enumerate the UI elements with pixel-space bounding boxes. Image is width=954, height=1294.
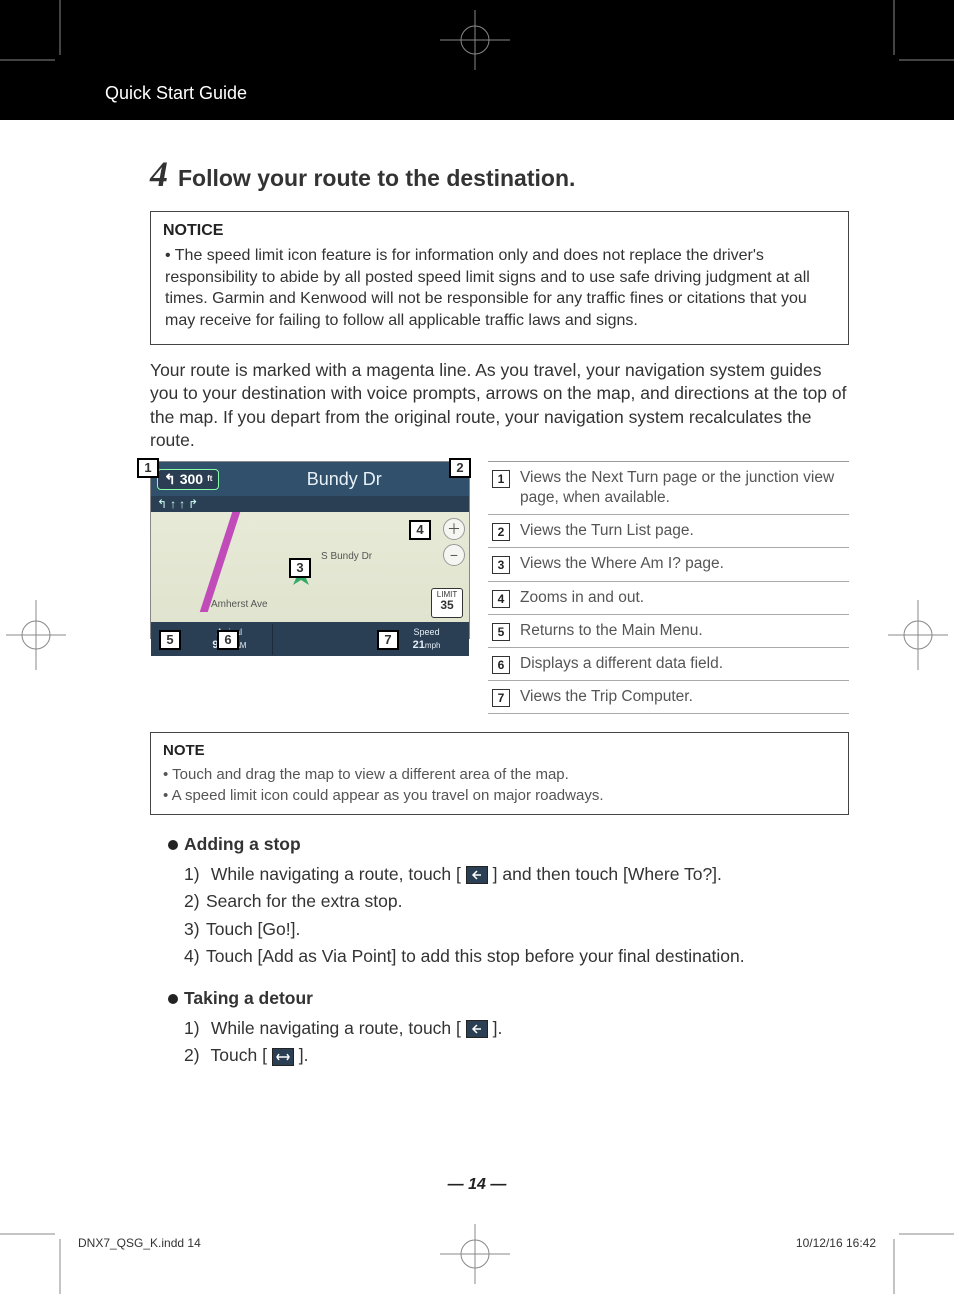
step-item: 3)Touch [Go!].	[184, 918, 849, 942]
callout-2: 2	[449, 458, 471, 478]
lane-icon: ↰	[157, 496, 167, 512]
legend-text: Views the Next Turn page or the junction…	[520, 468, 845, 508]
turn-arrow-icon: ↰	[164, 470, 176, 489]
legend-num: 2	[492, 523, 510, 541]
step-heading: 4 Follow your route to the destination.	[150, 150, 849, 199]
callout-1: 1	[137, 458, 159, 478]
legend-num: 7	[492, 689, 510, 707]
callout-legend: 1 Views the Next Turn page or the junctio…	[488, 461, 849, 714]
back-arrow-icon	[466, 1020, 488, 1038]
step-item: 4)Touch [Add as Via Point] to add this s…	[184, 945, 849, 969]
step-item: 1) While navigating a route, touch [ ] a…	[184, 863, 849, 887]
speed-limit-sign: LIMIT 35	[431, 588, 463, 618]
zoom-out-button[interactable]: −	[443, 544, 465, 566]
map-screenshot: ↰ 300 ft Bundy Dr ↰ ↑ ↑ ↱ S Bundy Dr Amhe…	[150, 461, 470, 639]
callout-5: 5	[159, 630, 181, 650]
legend-num: 4	[492, 590, 510, 608]
note-item: Touch and drag the map to view a differe…	[163, 765, 836, 785]
footer-stamp: 10/12/16 16:42	[796, 1236, 876, 1250]
limit-value: 35	[432, 599, 462, 612]
notice-title: NOTICE	[163, 220, 836, 242]
zoom-in-button[interactable]: ＋	[443, 518, 465, 540]
page-number: — 14 —	[0, 1176, 954, 1194]
next-turn-chip[interactable]: ↰ 300 ft	[157, 469, 219, 490]
step-item: 2) Touch [ ].	[184, 1044, 849, 1068]
back-arrow-icon	[466, 866, 488, 884]
road-label: S Bundy Dr	[321, 550, 372, 564]
legend-text: Views the Turn List page.	[520, 521, 845, 541]
callout-6: 6	[217, 630, 239, 650]
section-title: Quick Start Guide	[105, 83, 247, 112]
road-label: Amherst Ave	[211, 598, 268, 612]
callout-7: 7	[377, 630, 399, 650]
legend-text: Returns to the Main Menu.	[520, 621, 845, 641]
turn-distance: 300	[180, 470, 203, 489]
step-number: 4	[150, 150, 168, 199]
footer-file: DNX7_QSG_K.indd 14	[78, 1236, 201, 1250]
street-name-bar[interactable]: Bundy Dr	[225, 467, 463, 491]
legend-num: 1	[492, 470, 510, 488]
notice-box: NOTICE The speed limit icon feature is f…	[150, 211, 849, 345]
lane-assist-row: ↰ ↑ ↑ ↱	[151, 496, 469, 512]
note-item: A speed limit icon could appear as you t…	[163, 786, 836, 806]
note-title: NOTE	[163, 741, 836, 761]
speed-unit: mph	[425, 641, 441, 650]
step-item: 1) While navigating a route, touch [ ].	[184, 1017, 849, 1041]
callout-4: 4	[409, 520, 431, 540]
notice-item: The speed limit icon feature is for info…	[165, 245, 836, 331]
subsection-heading: Adding a stop	[168, 833, 849, 857]
lane-icon: ↱	[188, 496, 198, 512]
step-item: 2)Search for the extra stop.	[184, 890, 849, 914]
speed-value: 21	[413, 639, 425, 651]
turn-distance-unit: ft	[207, 474, 212, 485]
lane-icon: ↑	[170, 496, 176, 512]
legend-num: 3	[492, 556, 510, 574]
route-line	[200, 512, 262, 612]
adding-stop-section: Adding a stop 1) While navigating a rout…	[168, 833, 849, 969]
intro-paragraph: Your route is marked with a magenta line…	[150, 359, 849, 454]
print-footer: DNX7_QSG_K.indd 14 10/12/16 16:42	[78, 1236, 876, 1250]
note-box: NOTE Touch and drag the map to view a di…	[150, 732, 849, 815]
lane-icon: ↑	[179, 496, 185, 512]
legend-text: Views the Trip Computer.	[520, 687, 845, 707]
callout-3: 3	[289, 558, 311, 578]
detour-icon	[272, 1048, 294, 1066]
detour-section: Taking a detour 1) While navigating a ro…	[168, 987, 849, 1068]
subsection-heading: Taking a detour	[168, 987, 849, 1011]
legend-text: Zooms in and out.	[520, 588, 845, 608]
legend-num: 6	[492, 656, 510, 674]
step-title: Follow your route to the destination.	[178, 163, 575, 194]
legend-text: Views the Where Am I? page.	[520, 554, 845, 574]
legend-num: 5	[492, 623, 510, 641]
legend-text: Displays a different data field.	[520, 654, 845, 674]
